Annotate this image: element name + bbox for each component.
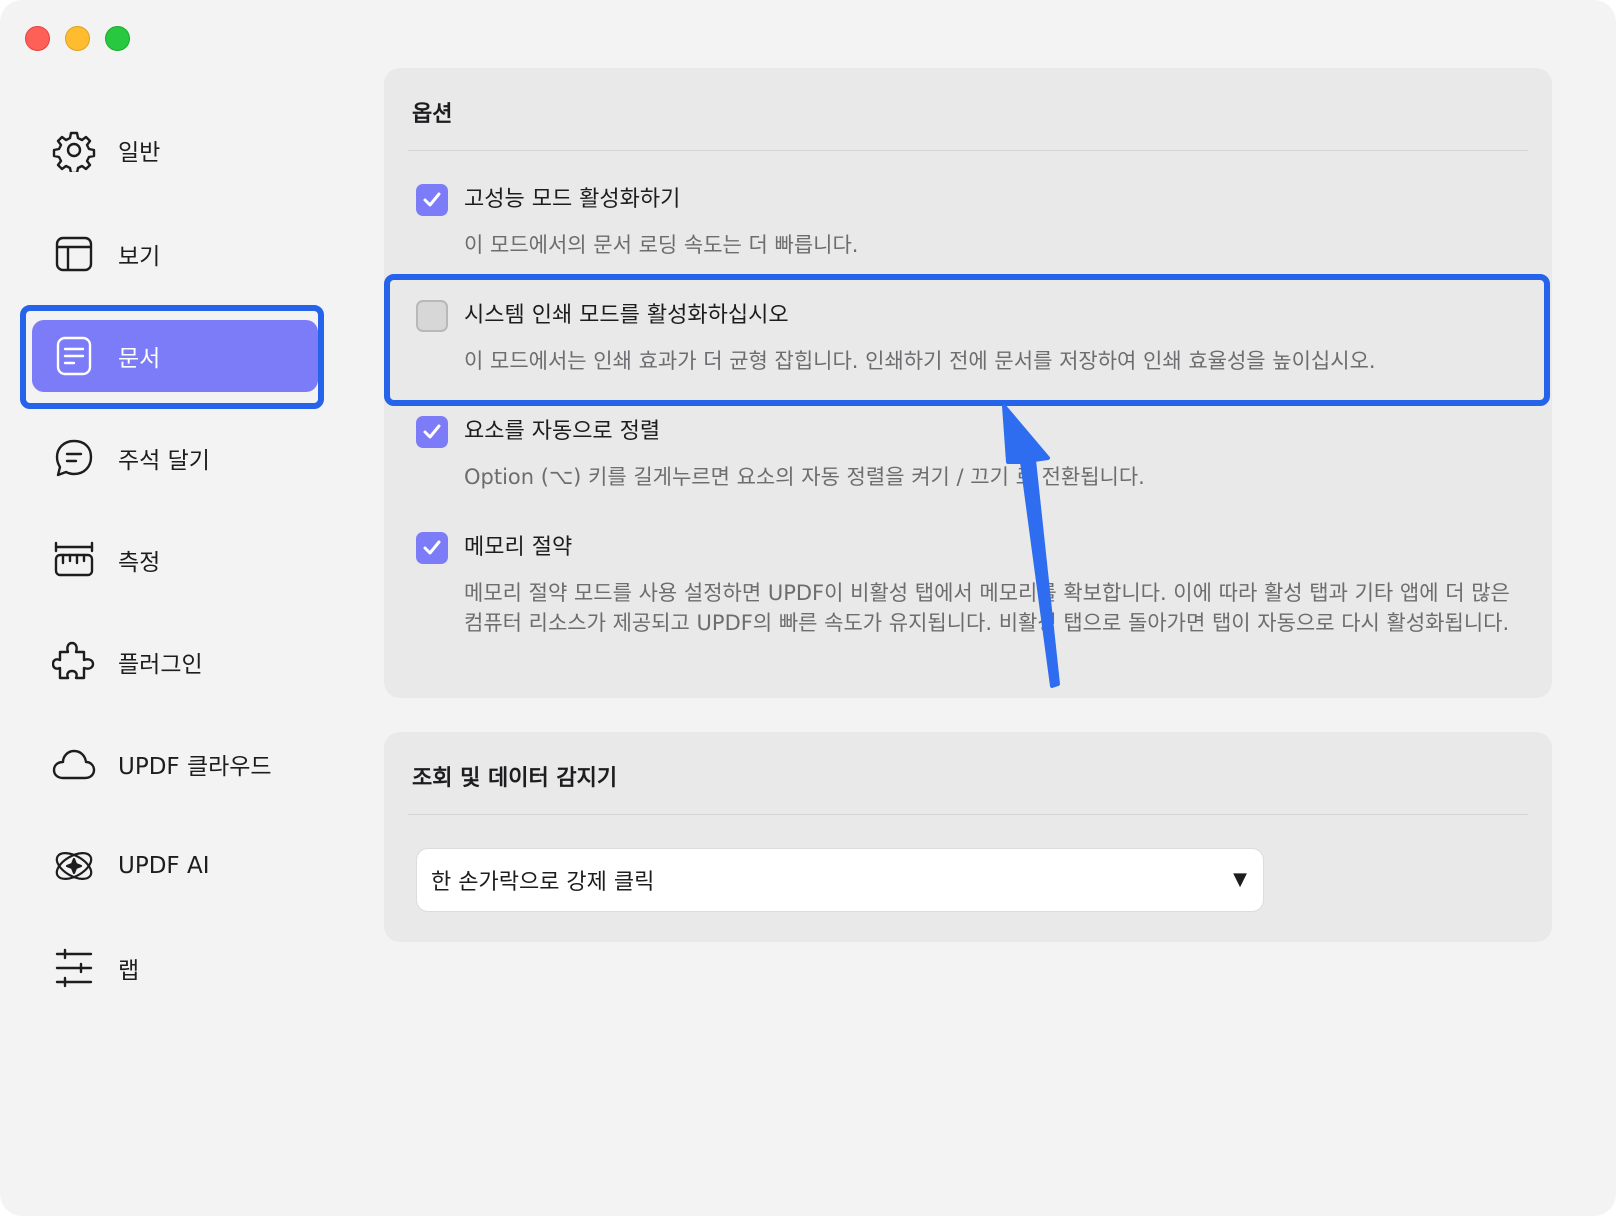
options-panel-title: 옵션 xyxy=(412,102,453,127)
sidebar-item-label: 측정 xyxy=(118,550,161,576)
minimize-window-button[interactable] xyxy=(65,26,90,51)
memory-saver-checkbox[interactable] xyxy=(416,532,448,564)
option-title: 메모리 절약 xyxy=(464,535,573,560)
sidebar-item-view[interactable]: 보기 xyxy=(32,218,318,290)
sidebar-item-label: 문서 xyxy=(118,346,161,372)
close-window-button[interactable] xyxy=(25,26,50,51)
lookup-panel: 조회 및 데이터 감지기 한 손가락으로 강제 클릭 ▼ xyxy=(384,732,1552,942)
ruler-icon xyxy=(50,536,98,584)
sidebar-item-updf-ai[interactable]: UPDF AI xyxy=(32,830,318,902)
puzzle-icon xyxy=(50,638,98,686)
lookup-select[interactable]: 한 손가락으로 강제 클릭 ▼ xyxy=(416,848,1264,912)
sidebar-item-general[interactable]: 일반 xyxy=(32,114,318,186)
divider xyxy=(408,814,1528,815)
option-description: 메모리 절약 모드를 사용 설정하면 UPDF이 비활성 탭에서 메모리를 확보… xyxy=(464,581,1510,635)
lookup-select-value: 한 손가락으로 강제 클릭 xyxy=(431,870,655,895)
sliders-icon xyxy=(50,944,98,992)
option-high-performance: 고성능 모드 활성화하기 이 모드에서의 문서 로딩 속도는 더 빠릅니다. xyxy=(416,184,1522,274)
sidebar-item-label: 일반 xyxy=(118,140,161,166)
option-description: 이 모드에서는 인쇄 효과가 더 균형 잡힙니다. 인쇄하기 전에 문서를 저장… xyxy=(464,349,1376,373)
high-performance-checkbox[interactable] xyxy=(416,184,448,216)
sidebar-item-annotate[interactable]: 주석 달기 xyxy=(32,422,318,494)
cloud-icon xyxy=(50,740,98,788)
checkmark-icon xyxy=(423,540,441,555)
sidebar-item-label: 플러그인 xyxy=(118,652,203,678)
option-memory-saver: 메모리 절약 메모리 절약 모드를 사용 설정하면 UPDF이 비활성 탭에서 … xyxy=(416,532,1522,682)
sidebar-item-plugins[interactable]: 플러그인 xyxy=(32,626,318,698)
sidebar-item-label: UPDF 클라우드 xyxy=(118,754,272,780)
sidebar-item-label: 랩 xyxy=(118,958,140,984)
sidebar-item-document[interactable]: 문서 xyxy=(32,320,318,392)
options-panel: 옵션 고성능 모드 활성화하기 이 모드에서의 문서 로딩 속도는 더 빠릅니다… xyxy=(384,68,1552,698)
lookup-panel-title: 조회 및 데이터 감지기 xyxy=(412,766,618,791)
sidebar-item-lab[interactable]: 랩 xyxy=(32,932,318,1004)
sidebar-item-label: UPDF AI xyxy=(118,853,210,879)
system-print-checkbox[interactable] xyxy=(416,300,448,332)
checkmark-icon xyxy=(423,192,441,207)
auto-align-checkbox[interactable] xyxy=(416,416,448,448)
sidebar-item-updf-cloud[interactable]: UPDF 클라우드 xyxy=(32,728,318,800)
window-controls xyxy=(25,26,130,51)
checkmark-icon xyxy=(423,424,441,439)
ai-icon xyxy=(50,842,98,890)
option-description: Option (⌥) 키를 길게누르면 요소의 자동 정렬을 켜기 / 끄기 로… xyxy=(464,465,1145,489)
preferences-window: 일반 보기 문서 주석 달기 측정 플러그인 UPDF 클라우드 UPDF AI… xyxy=(0,0,1616,1216)
option-title: 요소를 자동으로 정렬 xyxy=(464,419,661,444)
option-system-print: 시스템 인쇄 모드를 활성화하십시오 이 모드에서는 인쇄 효과가 더 균형 잡… xyxy=(416,300,1522,390)
divider xyxy=(408,150,1528,151)
layout-icon xyxy=(50,230,98,278)
sidebar-item-measure[interactable]: 측정 xyxy=(32,524,318,596)
document-icon xyxy=(50,332,98,380)
sidebar-item-label: 주석 달기 xyxy=(118,448,210,474)
comment-icon xyxy=(50,434,98,482)
option-auto-align: 요소를 자동으로 정렬 Option (⌥) 키를 길게누르면 요소의 자동 정… xyxy=(416,416,1522,506)
sidebar-item-label: 보기 xyxy=(118,244,161,270)
gear-icon xyxy=(50,126,98,174)
option-title: 고성능 모드 활성화하기 xyxy=(464,187,681,212)
chevron-down-icon: ▼ xyxy=(1233,869,1247,890)
option-description: 이 모드에서의 문서 로딩 속도는 더 빠릅니다. xyxy=(464,233,859,257)
option-title: 시스템 인쇄 모드를 활성화하십시오 xyxy=(464,303,789,328)
zoom-window-button[interactable] xyxy=(105,26,130,51)
